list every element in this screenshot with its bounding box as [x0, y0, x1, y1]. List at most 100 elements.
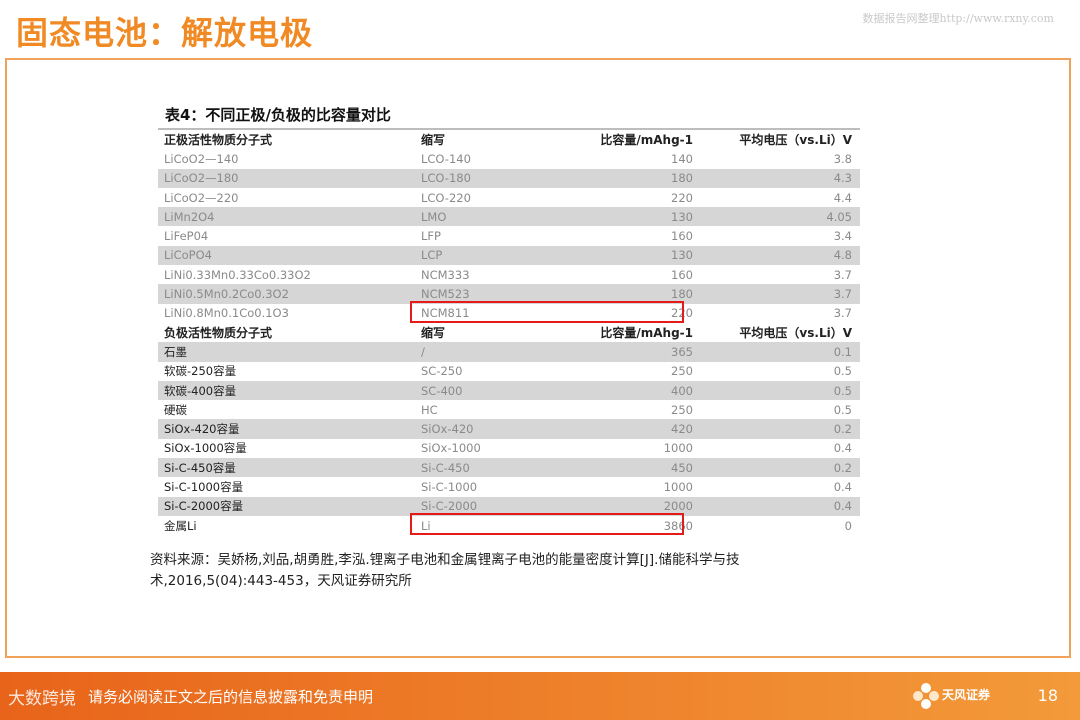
table-cell: LCO-220	[421, 190, 471, 205]
table-cell: 3.7	[705, 284, 860, 304]
table-cell: 0.2	[705, 458, 860, 478]
table-cell: LiMn2O4	[158, 207, 415, 227]
table-cell: 0.5	[833, 402, 852, 417]
table-cell: 3.4	[833, 229, 852, 244]
table-cell: LiCoPO4	[158, 245, 415, 266]
table-row: LiCoPO4 LCP 130 4.8	[158, 245, 860, 266]
header-cell: 平均电压（vs.Li）V	[739, 133, 852, 148]
table-title: 表4：不同正极/负极的比容量对比	[165, 106, 391, 124]
table-cell: LiCoO2—140	[164, 151, 239, 166]
table-cell: 3.7	[833, 306, 852, 321]
table-row: SiOx-1000容量 SiOx-1000 1000 0.4	[158, 439, 860, 458]
header-cell: 正极活性物质分子式	[164, 133, 273, 148]
table-cell: 420	[577, 419, 705, 439]
header-cell: 缩写	[421, 326, 446, 341]
table-cell: 250	[671, 402, 693, 417]
table-cell: 0.4	[705, 496, 860, 516]
flower-icon	[913, 683, 939, 709]
table-row: Si-C-450容量 Si-C-450 450 0.2	[158, 458, 860, 478]
header-cell: 比容量/mAhg-1	[600, 326, 693, 341]
table-cell: 1000	[663, 441, 693, 456]
table-row: Si-C-1000容量 Si-C-1000 1000 0.4	[158, 477, 860, 496]
table-cell: LMO	[415, 207, 577, 227]
highlight-li-metal	[410, 513, 684, 535]
table-cell: 0.5	[705, 380, 860, 401]
table-row: LiNi0.33Mn0.33Co0.33O2 NCM333 160 3.7	[158, 265, 860, 284]
table-cell: /	[415, 342, 577, 362]
table-cell: LiNi0.33Mn0.33Co0.33O2	[164, 267, 311, 282]
table-cell: 1000	[663, 479, 693, 494]
table-cell: 软碳-250容量	[164, 364, 237, 379]
table-cell: 450	[577, 458, 705, 478]
table-cell: SiOx-420容量	[158, 419, 415, 439]
table-cell: SiOx-420	[415, 419, 577, 439]
table-cell: 250	[671, 364, 693, 379]
table-row: LiCoO2—180 LCO-180 180 4.3	[158, 168, 860, 188]
table-row: 软碳-400容量 SC-400 400 0.5	[158, 380, 860, 401]
table-cell: 365	[577, 342, 705, 362]
table-cell: Si-C-450容量	[158, 458, 415, 478]
table-header-row: 负极活性物质分子式 缩写 比容量/mAhg-1 平均电压（vs.Li）V	[158, 323, 860, 342]
disclaimer-text: 请务必阅读正文之后的信息披露和免责申明	[88, 688, 374, 706]
table-header-row: 正极活性物质分子式 缩写 比容量/mAhg-1 平均电压（vs.Li）V	[158, 129, 860, 149]
table-cell: 140	[671, 151, 693, 166]
table-cell: 软碳-400容量	[158, 380, 415, 401]
table-cell: Si-C-1000容量	[164, 479, 244, 494]
table-row: LiMn2O4 LMO 130 4.05	[158, 207, 860, 227]
table-row: LiCoO2—140 LCO-140 140 3.8	[158, 149, 860, 168]
table-cell: 0.1	[705, 342, 860, 362]
table-cell: 160	[671, 229, 693, 244]
table-cell: NCM333	[421, 267, 470, 282]
table-cell: 0.4	[833, 479, 852, 494]
capacity-table: 正极活性物质分子式 缩写 比容量/mAhg-1 平均电压（vs.Li）V LiCoO2—…	[158, 128, 860, 535]
table-cell: 160	[671, 267, 693, 282]
page-title: 固态电池：解放电极	[16, 14, 314, 52]
table-cell: LiCoO2—220	[164, 190, 239, 205]
table-row: 石墨/365 0.1	[158, 342, 860, 362]
table-cell: 180	[577, 168, 705, 188]
footer-bar: 大数跨境 请务必阅读正文之后的信息披露和免责申明 天风证券 18	[0, 672, 1080, 720]
table-cell: 0.5	[833, 364, 852, 379]
table-cell: LCO-140	[421, 151, 471, 166]
highlight-ncm811	[410, 301, 684, 323]
table-cell: LiFeP04	[164, 229, 209, 244]
watermark: 数据报告网整理http://www.rxny.com	[862, 12, 1054, 25]
table-cell: 3.8	[833, 151, 852, 166]
table-cell: HC	[421, 402, 438, 417]
table-cell: 硬碳	[164, 402, 187, 417]
page-number: 18	[1037, 686, 1058, 705]
table-cell: 0.2	[705, 419, 860, 439]
table-cell: 石墨	[158, 342, 415, 362]
table-cell: LCP	[415, 245, 577, 266]
table-cell: 0.4	[833, 441, 852, 456]
table-cell: 0	[844, 518, 852, 533]
table-cell: 130	[577, 245, 705, 266]
table-row: 硬碳 HC 250 0.5	[158, 400, 860, 419]
table-row: 软碳-250容量 SC-250 250 0.5	[158, 362, 860, 381]
source-note: 资料来源：吴娇杨,刘品,胡勇胜,李泓.锂离子电池和金属锂离子电池的能量密度计算[…	[150, 552, 740, 589]
table-cell: 400	[577, 380, 705, 401]
table-cell: 220	[671, 190, 693, 205]
table-cell: 4.05	[705, 207, 860, 227]
table-cell: 4.8	[705, 245, 860, 266]
header-cell: 负极活性物质分子式	[164, 326, 273, 341]
logo-text: 天风证券	[942, 688, 991, 702]
table-cell: LCO-180	[415, 168, 577, 188]
table-cell: LiNi0.5Mn0.2Co0.3O2	[158, 284, 415, 304]
tf-securities-logo: 天风证券	[912, 682, 1004, 710]
table-row: LiCoO2—220 LCO-220 220 4.4	[158, 188, 860, 207]
table-cell: SiOx-1000容量	[164, 441, 247, 456]
table-cell: 3.7	[833, 267, 852, 282]
header-cell: 平均电压（vs.Li）V	[739, 326, 852, 341]
table-cell: SiOx-1000	[421, 441, 481, 456]
table-cell: 金属Li	[164, 518, 197, 533]
table-cell: 4.3	[705, 168, 860, 188]
header-cell: 比容量/mAhg-1	[600, 133, 693, 148]
table-row: SiOx-420容量 SiOx-420 420 0.2	[158, 419, 860, 439]
table-cell: LiCoO2—180	[158, 168, 415, 188]
table-cell: SC-400	[415, 380, 577, 401]
table-cell: SC-250	[421, 364, 463, 379]
table-cell: 130	[577, 207, 705, 227]
table-cell: 4.4	[833, 190, 852, 205]
table-cell: LFP	[421, 229, 441, 244]
